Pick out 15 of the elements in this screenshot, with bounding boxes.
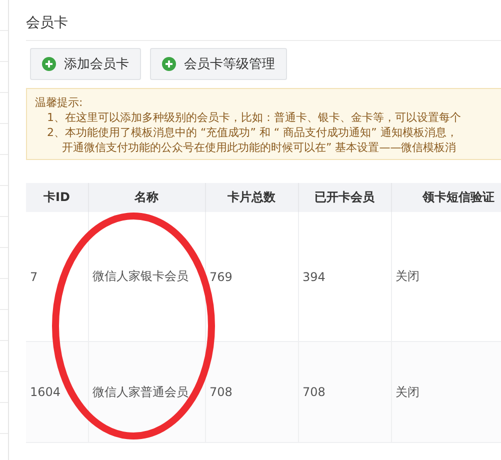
page-title: 会员卡 bbox=[26, 0, 501, 41]
table-cell: 708 bbox=[205, 342, 298, 442]
plus-circle-icon bbox=[42, 57, 56, 71]
plus-circle-icon bbox=[162, 57, 176, 71]
tip-notice: 温馨提示: 1、在这里可以添加多种级别的会员卡，比如：普通卡、银卡、金卡等，可以设置每个 2、本功能使用了模板消息中的 “充值成功” 和 “ 商品支付成功通知” 通知模板消息， 开通微信支付功能的公众号在使用此功能的时候可以在” 基本设置——微信模板消 bbox=[26, 88, 501, 160]
add-button[interactable]: 添加会员卡 bbox=[30, 48, 141, 80]
add-button[interactable]: 会员卡等级管理 bbox=[150, 48, 287, 80]
table-cell: 关闭 bbox=[391, 342, 501, 442]
table-cell: 1604 bbox=[26, 342, 88, 442]
column-header: 卡片总数 bbox=[205, 183, 298, 212]
table-cell: 708 bbox=[298, 342, 391, 442]
column-header: 名称 bbox=[88, 183, 205, 212]
column-header: 已开卡会员 bbox=[298, 183, 391, 212]
column-header: 卡ID bbox=[26, 183, 88, 212]
column-header: 领卡短信验证 bbox=[391, 183, 501, 212]
